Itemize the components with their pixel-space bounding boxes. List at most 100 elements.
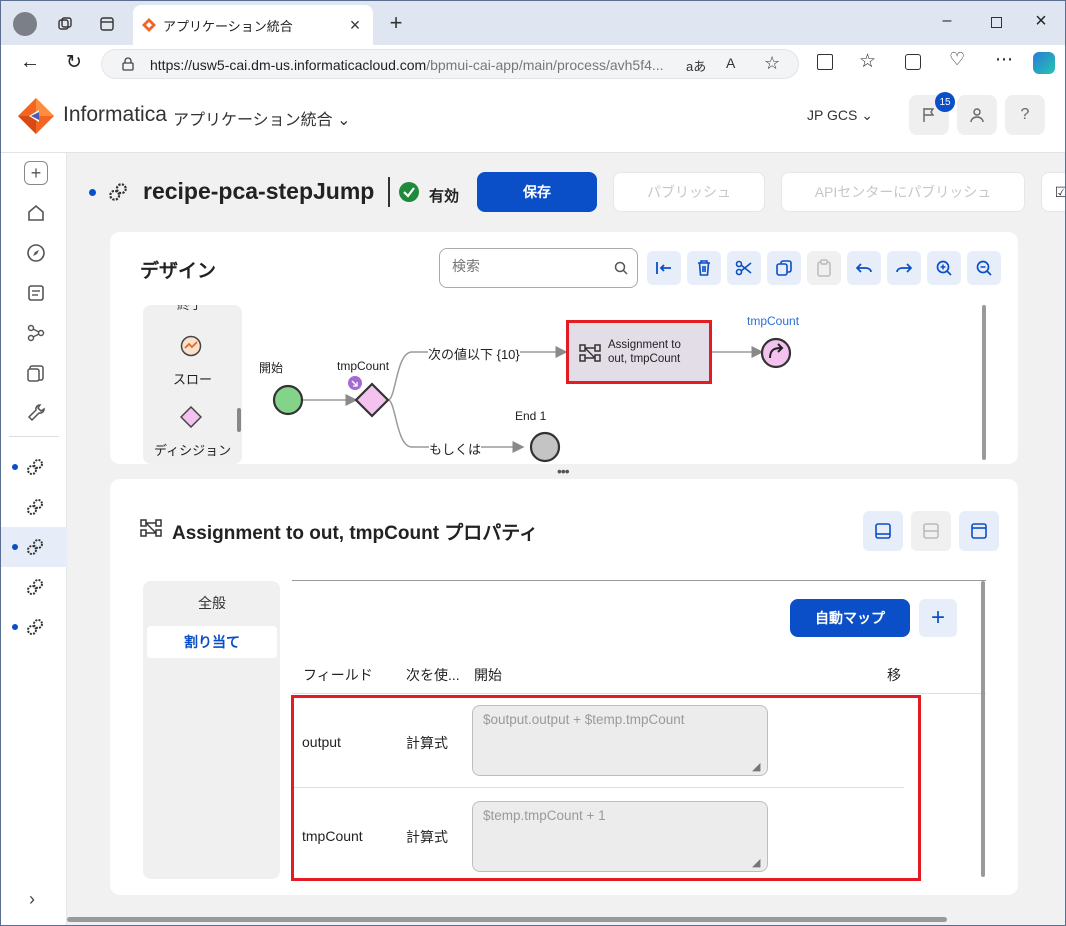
workspaces-icon[interactable]	[55, 14, 75, 34]
favorite-star-icon[interactable]: ☆	[764, 53, 780, 74]
tab-assignments[interactable]: 割り当て	[147, 626, 277, 658]
scissors-icon	[735, 260, 752, 276]
split-view-button[interactable]	[911, 511, 951, 551]
jump-node[interactable]	[760, 337, 792, 369]
maximize-panel-button[interactable]	[959, 511, 999, 551]
save-button[interactable]: 保存	[477, 172, 597, 212]
copilot-icon[interactable]	[1033, 52, 1055, 74]
open-asset-tab[interactable]	[1, 487, 67, 525]
table-header-border	[292, 693, 986, 694]
search-box[interactable]	[439, 248, 638, 288]
redo-button[interactable]	[887, 251, 921, 285]
address-bar[interactable]: https://usw5-cai.dm-us.informaticacloud.…	[101, 49, 799, 79]
undo-button[interactable]	[847, 251, 881, 285]
cut-button[interactable]	[727, 251, 761, 285]
assignment-node-selected[interactable]: Assignment to out, tmpCount	[566, 320, 712, 384]
process-gear-icon	[27, 459, 43, 475]
minimize-icon[interactable]: –	[937, 11, 957, 31]
browser-tab-active[interactable]: アプリケーション統合 ×	[133, 5, 373, 45]
canvas-scrollbar[interactable]	[982, 305, 986, 460]
tab-general[interactable]: 全般	[147, 589, 277, 617]
publish-button[interactable]: パブリッシュ	[613, 172, 765, 212]
url-host: https://usw5-cai.dm-us.informaticacloud.…	[150, 57, 427, 73]
monitor-icon[interactable]	[26, 283, 46, 303]
help-button[interactable]: ?	[1005, 95, 1045, 135]
tab-favicon	[141, 17, 157, 38]
assignment-icon	[140, 519, 162, 537]
align-left-icon	[656, 262, 671, 274]
copy-button[interactable]	[767, 251, 801, 285]
new-tab-icon[interactable]: +	[385, 10, 407, 35]
more-icon[interactable]: ⋯	[995, 49, 1013, 70]
explore-icon[interactable]	[26, 243, 46, 263]
clipboard-icon	[817, 259, 831, 277]
profile-avatar[interactable]	[13, 12, 37, 36]
favorites-icon[interactable]: ☆	[859, 50, 876, 73]
read-aloud-icon[interactable]: aあ	[686, 56, 706, 75]
org-switcher[interactable]: JP GCS ⌄	[807, 107, 873, 124]
tab-actions-icon[interactable]	[97, 14, 117, 34]
check-circle-icon	[399, 182, 419, 202]
search-icon	[614, 261, 628, 275]
paste-button[interactable]	[807, 251, 841, 285]
palette-item-decision[interactable]: ディシジョン	[143, 406, 242, 460]
decision-jump-badge-icon	[348, 376, 362, 390]
user-profile-button[interactable]	[957, 95, 997, 135]
more-actions-button[interactable]: ☑	[1041, 172, 1065, 212]
browser-toolbar: ← ↻ https://usw5-cai.dm-us.informaticacl…	[1, 45, 1065, 81]
redo-icon	[896, 263, 913, 273]
expand-nav-chevron-icon[interactable]: ›	[29, 889, 35, 910]
close-window-icon[interactable]: ×	[1031, 10, 1051, 32]
table-scrollbar[interactable]	[981, 581, 985, 877]
unsaved-dot	[12, 464, 18, 470]
app-switcher[interactable]: アプリケーション統合 ⌄	[173, 106, 351, 130]
column-header-start: 開始	[474, 667, 502, 683]
import-icon[interactable]	[26, 363, 46, 383]
open-asset-tab[interactable]	[1, 447, 67, 485]
horizontal-scrollbar[interactable]	[67, 917, 947, 922]
home-icon[interactable]	[26, 203, 46, 223]
field-type: 計算式	[406, 735, 448, 751]
palette-item-flow[interactable]: スロー	[143, 335, 242, 387]
refresh-icon[interactable]: ↻	[63, 51, 85, 73]
open-asset-tab[interactable]	[1, 567, 67, 605]
palette-item-label: ディシジョン	[154, 443, 232, 458]
end-node[interactable]	[529, 431, 561, 463]
publish-api-center-button[interactable]: APIセンターにパブリッシュ	[781, 172, 1025, 212]
delete-button[interactable]	[687, 251, 721, 285]
resize-handle-icon[interactable]: •••	[557, 463, 570, 479]
main-content: recipe-pca-stepJump 有効 保存 パブリッシュ APIセンター…	[67, 153, 1065, 925]
field-name: output	[302, 734, 341, 750]
palette-scrollbar[interactable]	[237, 408, 241, 432]
help-icon: ?	[1020, 106, 1030, 123]
split-screen-icon[interactable]	[817, 54, 833, 70]
new-asset-button[interactable]: +	[24, 161, 48, 185]
maximize-icon[interactable]	[991, 17, 1002, 28]
collections-icon[interactable]	[905, 54, 921, 70]
lock-icon	[120, 56, 136, 72]
search-input[interactable]	[452, 258, 602, 274]
browser-essentials-icon[interactable]: ♡	[949, 49, 965, 70]
automap-button[interactable]: 自動マップ	[790, 599, 910, 637]
open-asset-tab-active[interactable]	[1, 527, 67, 567]
process-gear-icon	[27, 579, 43, 595]
wrench-icon[interactable]	[26, 403, 46, 423]
expression-field[interactable]: $output.output + $temp.tmpCount	[472, 705, 768, 776]
expression-field[interactable]: $temp.tmpCount + 1	[472, 801, 768, 872]
close-tab-icon[interactable]: ×	[345, 15, 365, 35]
properties-panel: Assignment to out, tmpCount プロパティ 全般 割り当…	[110, 479, 1018, 895]
decision-diamond-icon	[180, 406, 202, 428]
process-name: recipe-pca-stepJump	[143, 178, 375, 204]
connections-icon[interactable]	[26, 323, 46, 343]
start-node[interactable]	[272, 384, 304, 416]
add-field-button[interactable]: +	[919, 599, 957, 637]
dock-bottom-button[interactable]	[863, 511, 903, 551]
zoom-out-button[interactable]	[967, 251, 1001, 285]
collapse-left-button[interactable]	[647, 251, 681, 285]
immersive-reader-icon[interactable]: A	[726, 55, 735, 71]
app-name: アプリケーション統合	[173, 112, 333, 129]
decision-node[interactable]	[354, 382, 390, 418]
back-icon[interactable]: ←	[19, 51, 41, 73]
open-asset-tab[interactable]	[1, 607, 67, 645]
zoom-in-button[interactable]	[927, 251, 961, 285]
